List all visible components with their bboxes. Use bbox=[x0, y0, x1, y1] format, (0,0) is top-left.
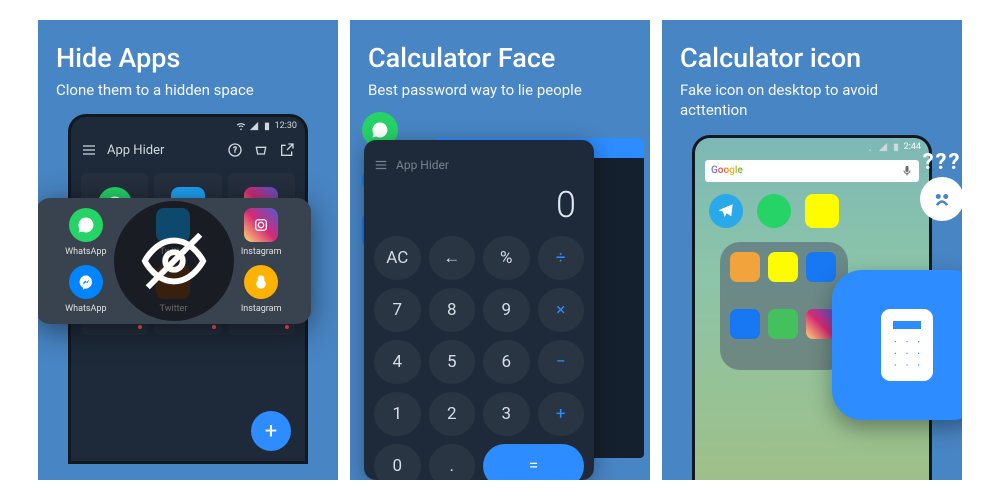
calc-display: 0 bbox=[374, 180, 584, 236]
folder-app[interactable] bbox=[730, 309, 760, 339]
wifi-icon bbox=[865, 142, 875, 152]
add-fab[interactable]: + bbox=[251, 411, 291, 451]
calc-keypad: AC ← % ÷ 7 8 9 × 4 5 6 − 1 2 3 + 0 . = bbox=[374, 236, 584, 480]
key-8[interactable]: 8 bbox=[429, 288, 476, 332]
key-4[interactable]: 4 bbox=[374, 340, 421, 384]
folder-app[interactable] bbox=[730, 252, 760, 282]
key-0[interactable]: 0 bbox=[374, 444, 421, 480]
wifi-icon bbox=[236, 121, 246, 131]
hide-eye-overlay bbox=[114, 201, 234, 321]
key-plus[interactable]: + bbox=[538, 392, 585, 436]
signal-icon bbox=[249, 121, 259, 131]
snapchat-icon[interactable] bbox=[805, 194, 839, 228]
calculator-front: App Hider 0 AC ← % ÷ 7 8 9 × 4 5 6 − 1 2… bbox=[364, 140, 594, 480]
panel-subtitle: Best password way to lie people bbox=[368, 80, 632, 100]
key-equals[interactable]: = bbox=[483, 444, 584, 480]
eye-off-icon bbox=[139, 226, 209, 296]
fake-calculator-icon[interactable] bbox=[832, 270, 962, 420]
basket-icon[interactable] bbox=[253, 142, 269, 158]
home-row bbox=[695, 188, 929, 234]
status-bar: 12:30 bbox=[71, 117, 305, 133]
key-1[interactable]: 1 bbox=[374, 392, 421, 436]
key-back[interactable]: ← bbox=[429, 236, 476, 280]
status-time: 12:30 bbox=[275, 121, 297, 131]
folder-app[interactable] bbox=[806, 252, 836, 282]
key-divide[interactable]: ÷ bbox=[538, 236, 585, 280]
help-icon[interactable]: ? bbox=[227, 142, 243, 158]
promo-panel-calculator-face: Calculator Face Best password way to lie… bbox=[350, 20, 650, 480]
key-7[interactable]: 7 bbox=[374, 288, 421, 332]
panel-subtitle: Fake icon on desktop to avoid acttention bbox=[680, 80, 944, 121]
status-bar: 2:44 bbox=[695, 138, 929, 154]
key-3[interactable]: 3 bbox=[483, 392, 530, 436]
promo-panel-hide-apps: Hide Apps Clone them to a hidden space 1… bbox=[38, 20, 338, 480]
panel-title: Calculator Face bbox=[368, 42, 632, 74]
battery-icon bbox=[262, 121, 272, 131]
svg-text:?: ? bbox=[233, 146, 237, 155]
overlay-app[interactable]: Instagram bbox=[221, 265, 301, 314]
key-minus[interactable]: − bbox=[538, 340, 585, 384]
battery-icon bbox=[891, 142, 901, 152]
hidden-overlay-card: WhatsApp Twitter Instagram WhatsApp Twit… bbox=[38, 198, 311, 324]
google-search-bar[interactable]: Google bbox=[705, 160, 919, 182]
key-dot[interactable]: . bbox=[429, 444, 476, 480]
panel-title: Calculator icon bbox=[680, 42, 944, 74]
promo-panel-calculator-icon: Calculator icon Fake icon on desktop to … bbox=[662, 20, 962, 480]
panel-subtitle: Clone them to a hidden space bbox=[56, 80, 320, 100]
calculator-icon bbox=[867, 305, 947, 385]
status-time: 2:44 bbox=[904, 142, 921, 152]
key-multiply[interactable]: × bbox=[538, 288, 585, 332]
app-folder[interactable] bbox=[720, 242, 848, 370]
key-5[interactable]: 5 bbox=[429, 340, 476, 384]
whatsapp-icon[interactable] bbox=[757, 194, 791, 228]
overlay-app[interactable]: Instagram bbox=[221, 208, 301, 257]
share-icon[interactable] bbox=[279, 142, 295, 158]
telegram-icon[interactable] bbox=[709, 194, 743, 228]
panel-title: Hide Apps bbox=[56, 42, 320, 74]
key-2[interactable]: 2 bbox=[429, 392, 476, 436]
mic-icon[interactable] bbox=[901, 165, 913, 177]
confused-indicator: ??? bbox=[920, 150, 962, 221]
calc-header: App Hider bbox=[374, 150, 584, 180]
menu-icon[interactable] bbox=[374, 158, 388, 172]
key-percent[interactable]: % bbox=[483, 236, 530, 280]
menu-icon[interactable] bbox=[81, 142, 97, 158]
key-ac[interactable]: AC bbox=[374, 236, 421, 280]
appbar-title: App Hider bbox=[107, 143, 164, 158]
folder-app[interactable] bbox=[768, 309, 798, 339]
app-bar: App Hider ? bbox=[71, 133, 305, 167]
folder-app[interactable] bbox=[768, 252, 798, 282]
key-9[interactable]: 9 bbox=[483, 288, 530, 332]
key-6[interactable]: 6 bbox=[483, 340, 530, 384]
sad-face-icon bbox=[920, 177, 962, 221]
signal-icon bbox=[878, 142, 888, 152]
